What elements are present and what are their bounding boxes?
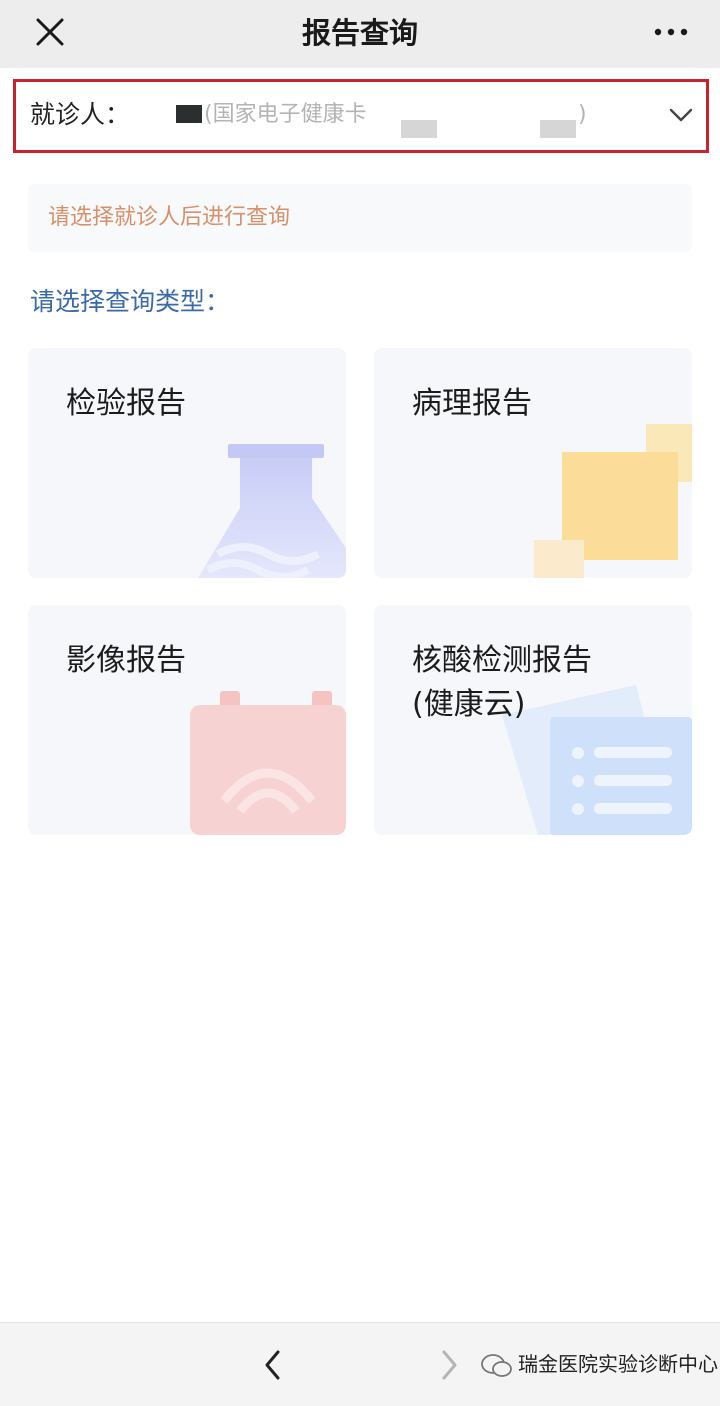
patient-selector[interactable]: 就诊人： (国家电子健康卡 )	[13, 79, 709, 153]
notice-text: 请选择就诊人后进行查询	[48, 205, 291, 230]
page-title: 报告查询	[301, 16, 418, 50]
more-dots-icon	[654, 28, 688, 36]
back-button[interactable]	[258, 1347, 288, 1383]
patient-label: 就诊人：	[30, 100, 131, 129]
card-lab-report[interactable]: 检验报告	[28, 348, 346, 578]
redaction-block	[401, 120, 437, 138]
bottom-nav-bar: 瑞金医院实验诊断中心	[0, 1322, 720, 1406]
card-title: 影像报告	[66, 643, 186, 678]
card-nucleic-acid-report[interactable]: 核酸检测报告 (健康云)	[374, 605, 692, 835]
watermark-text: 瑞金医院实验诊断中心	[518, 1352, 718, 1376]
card-imaging-report[interactable]: 影像报告	[28, 605, 346, 835]
chevron-down-icon[interactable]	[668, 104, 694, 126]
close-icon	[36, 18, 64, 46]
chevron-right-icon	[442, 1350, 457, 1380]
card-pathology-report[interactable]: 病理报告	[374, 348, 692, 578]
wechat-icon	[481, 1354, 512, 1377]
chevron-left-icon	[265, 1350, 280, 1380]
card-title: 病理报告	[412, 386, 532, 421]
card-title: 检验报告	[66, 386, 186, 421]
more-button[interactable]	[646, 14, 696, 54]
redaction-block	[540, 120, 576, 138]
forward-button[interactable]	[434, 1347, 464, 1383]
card-title: 核酸检测报告 (健康云)	[412, 643, 592, 722]
top-bar: 报告查询	[0, 0, 720, 68]
patient-name-redacted	[176, 105, 202, 123]
notice-banner: 请选择就诊人后进行查询	[28, 184, 692, 252]
close-button[interactable]	[30, 14, 70, 54]
patient-card-type: (国家电子健康卡	[204, 102, 367, 127]
section-label: 请选择查询类型：	[30, 287, 231, 316]
patient-card-close: )	[578, 102, 587, 127]
